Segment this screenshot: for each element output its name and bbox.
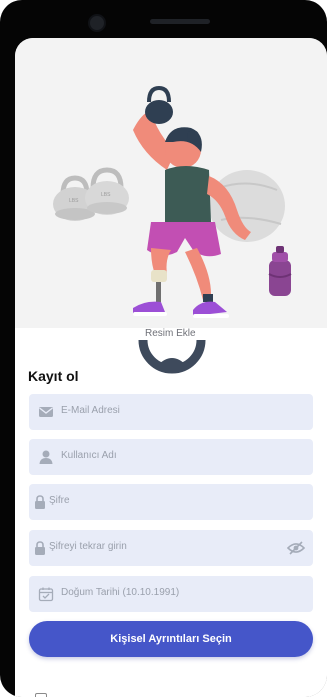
- user-avatar-icon: [138, 339, 206, 374]
- phone-frame: LBS LBS Resim Ekle Kayıt ol E-Mail Adres…: [0, 0, 327, 697]
- user-icon: [39, 450, 53, 464]
- mail-icon: [39, 407, 53, 417]
- terms-checkbox[interactable]: [35, 693, 47, 697]
- lock-icon: [35, 541, 45, 555]
- page-title: Kayıt ol: [28, 368, 79, 384]
- woman-figure: [133, 85, 251, 318]
- fitness-illustration: LBS LBS: [53, 85, 292, 318]
- password-repeat-placeholder: Şifreyi tekrar girin: [49, 541, 127, 552]
- password-placeholder: Şifre: [49, 495, 70, 506]
- svg-text:LBS: LBS: [101, 192, 111, 198]
- speaker-grille: [150, 19, 210, 24]
- birthdate-placeholder: Doğum Tarihi (10.10.1991): [61, 587, 180, 598]
- app-screen: LBS LBS Resim Ekle Kayıt ol E-Mail Adres…: [15, 38, 327, 697]
- camera-icon: [88, 14, 106, 32]
- eye-off-icon[interactable]: [287, 540, 305, 556]
- lock-icon: [35, 495, 45, 509]
- water-bottle-icon: [268, 246, 292, 296]
- add-photo-label: Resim Ekle: [145, 328, 196, 339]
- add-photo-button[interactable]: [137, 306, 207, 376]
- kettlebell-right-icon: LBS: [85, 167, 129, 215]
- password-repeat-field[interactable]: Şifreyi tekrar girin: [29, 530, 313, 566]
- select-personal-details-button[interactable]: Kişisel Ayrıntıları Seçin: [29, 621, 313, 657]
- username-placeholder: Kullanıcı Adı: [61, 450, 117, 461]
- birthdate-field[interactable]: Doğum Tarihi (10.10.1991): [29, 576, 313, 612]
- email-field[interactable]: E-Mail Adresi: [29, 394, 313, 430]
- username-field[interactable]: Kullanıcı Adı: [29, 439, 313, 475]
- password-field[interactable]: Şifre: [29, 484, 313, 520]
- svg-text:LBS: LBS: [69, 198, 79, 204]
- calendar-icon: [38, 587, 54, 602]
- hero-illustration: LBS LBS: [15, 38, 327, 328]
- email-placeholder: E-Mail Adresi: [61, 405, 120, 416]
